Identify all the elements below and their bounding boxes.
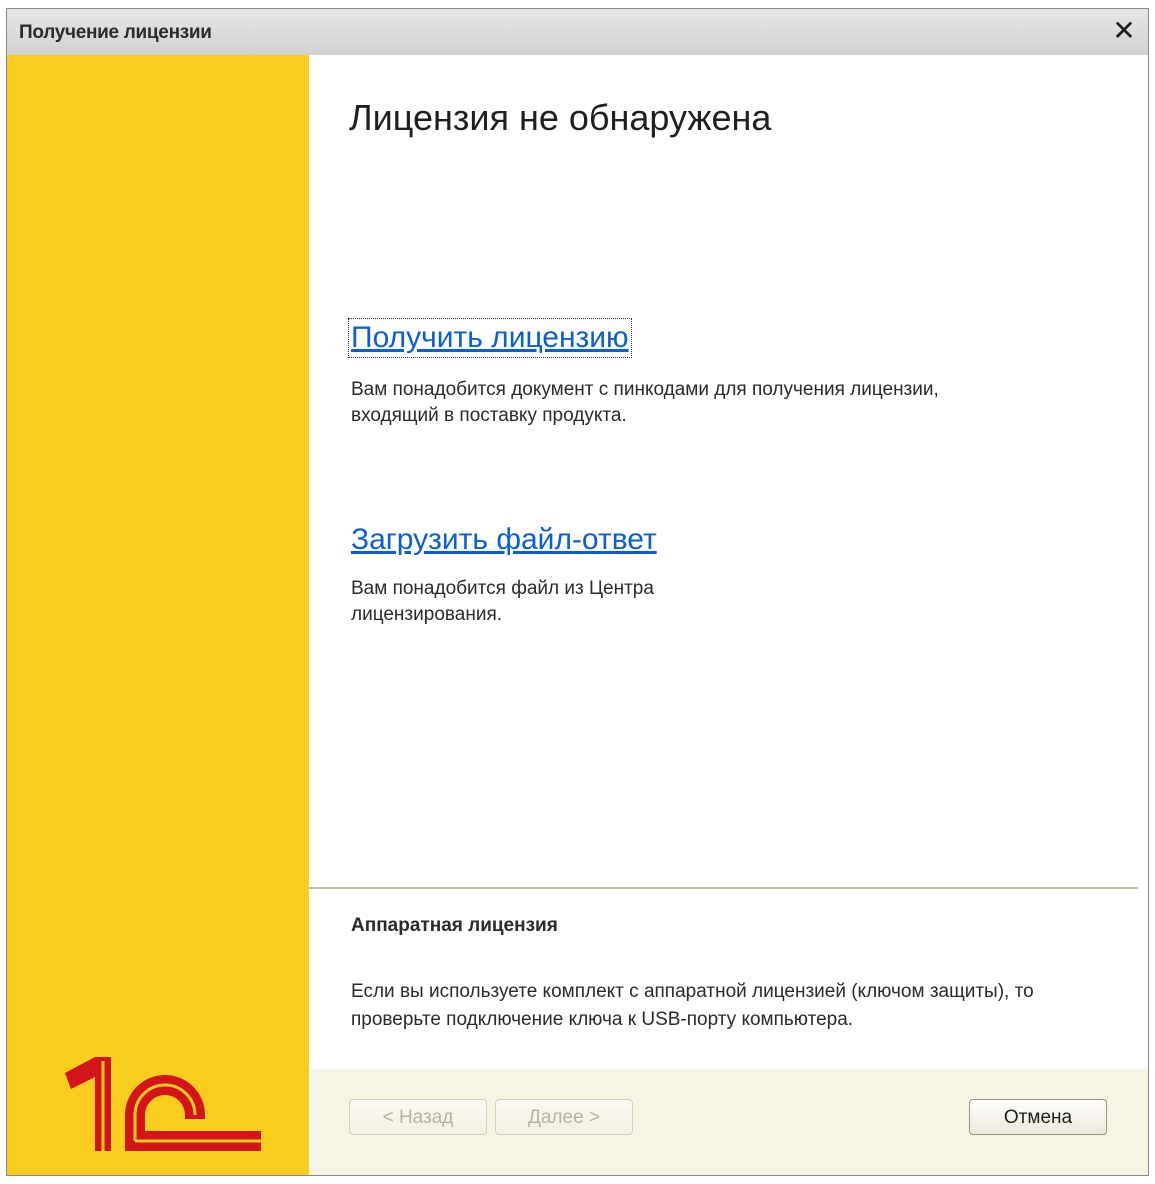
license-dialog: Получение лицензии ✕ Лицензия не обнаруж… [6, 8, 1149, 1176]
cancel-button[interactable]: Отмена [969, 1099, 1107, 1135]
1c-logo [65, 1055, 265, 1160]
get-license-description: Вам понадобится документ с пинкодами для… [351, 379, 939, 426]
section-divider [309, 887, 1138, 889]
main-panel: Лицензия не обнаружена Получить лицензию… [309, 55, 1148, 1175]
load-response-file-link[interactable]: Загрузить файл-ответ [351, 523, 657, 557]
1c-logo-graphic [65, 1057, 261, 1151]
window-title: Получение лицензии [19, 22, 212, 43]
hardware-license-title: Аппаратная лицензия [351, 915, 558, 936]
title-bar: Получение лицензии ✕ [7, 9, 1148, 56]
next-button[interactable]: Далее > [495, 1099, 633, 1135]
button-bar: < Назад Далее > Отмена [309, 1069, 1148, 1175]
back-button[interactable]: < Назад [349, 1099, 487, 1135]
page-title: Лицензия не обнаружена [349, 97, 772, 138]
load-response-file-description: Вам понадобится файл из Центра лицензиро… [351, 578, 654, 625]
sidebar-banner [7, 55, 309, 1175]
close-icon[interactable]: ✕ [1108, 15, 1140, 47]
get-license-link[interactable]: Получить лицензию [348, 318, 632, 358]
hardware-license-description: Если вы используете комплект с аппаратно… [351, 981, 1034, 1030]
